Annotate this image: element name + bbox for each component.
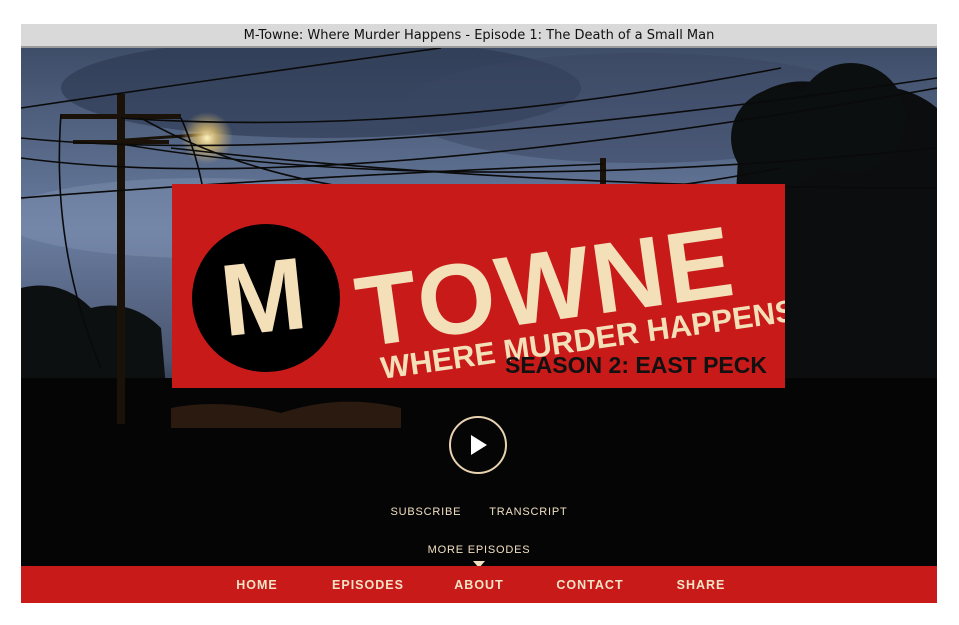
episode-links: SUBSCRIBE TRANSCRIPT: [21, 506, 937, 524]
more-episodes-toggle[interactable]: MORE EPISODES: [21, 544, 937, 566]
play-icon: [471, 435, 487, 455]
nav-share[interactable]: SHARE: [646, 578, 757, 592]
logo-artwork: M TOWNE WHERE MURDER HAPPENS SEASON 2: E…: [192, 205, 785, 386]
nav-about[interactable]: ABOUT: [424, 578, 535, 592]
nav-contact[interactable]: CONTACT: [535, 578, 646, 592]
podcast-logo: M TOWNE WHERE MURDER HAPPENS SEASON 2: E…: [172, 184, 785, 388]
play-button[interactable]: [449, 416, 507, 474]
main-nav: HOME EPISODES ABOUT CONTACT SHARE: [21, 566, 937, 603]
transcript-link[interactable]: TRANSCRIPT: [489, 506, 567, 524]
hero-section: M TOWNE WHERE MURDER HAPPENS SEASON 2: E…: [21, 48, 937, 566]
window-title: M-Towne: Where Murder Happens - Episode …: [243, 27, 715, 43]
nav-home[interactable]: HOME: [202, 578, 313, 592]
logo-badge-letter: M: [215, 236, 311, 358]
nav-episodes[interactable]: EPISODES: [313, 578, 424, 592]
window-title-bar: M-Towne: Where Murder Happens - Episode …: [21, 24, 937, 48]
browser-window: M-Towne: Where Murder Happens - Episode …: [21, 24, 937, 603]
more-episodes-label: MORE EPISODES: [427, 544, 531, 556]
subscribe-link[interactable]: SUBSCRIBE: [390, 506, 461, 524]
logo-season-label: SEASON 2: EAST PECK: [505, 352, 767, 378]
